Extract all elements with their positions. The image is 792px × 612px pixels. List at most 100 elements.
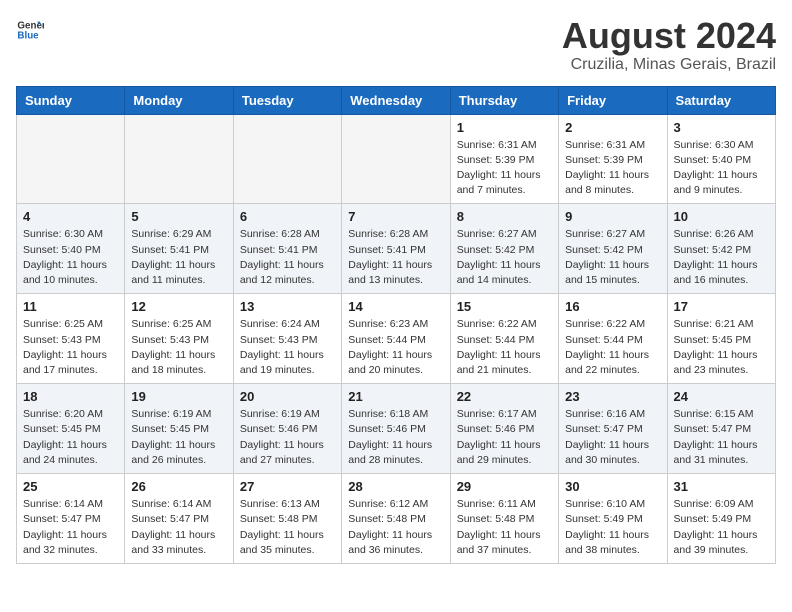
week-row-1: 1Sunrise: 6:31 AMSunset: 5:39 PMDaylight… (17, 114, 776, 204)
day-info: Sunrise: 6:25 AMSunset: 5:43 PMDaylight:… (23, 317, 118, 378)
day-info: Sunrise: 6:22 AMSunset: 5:44 PMDaylight:… (565, 317, 660, 378)
day-number: 16 (565, 299, 660, 314)
calendar-cell: 8 Sunrise: 6:27 AMSunset: 5:42 PMDaylight… (450, 204, 558, 294)
calendar-cell: 9Sunrise: 6:27 AMSunset: 5:42 PMDaylight… (559, 204, 667, 294)
day-number: 8 (457, 209, 552, 224)
day-info: Sunrise: 6:28 AMSunset: 5:41 PMDaylight:… (348, 227, 443, 288)
day-info: Sunrise: 6:16 AMSunset: 5:47 PMDaylight:… (565, 407, 660, 468)
week-row-2: 4 Sunrise: 6:30 AMSunset: 5:40 PMDaylight… (17, 204, 776, 294)
weekday-header-sunday: Sunday (17, 86, 125, 114)
header: General Blue August 2024 Cruzilia, Minas… (16, 16, 776, 74)
weekday-header-tuesday: Tuesday (233, 86, 341, 114)
day-info: Sunrise: 6:28 AMSunset: 5:41 PMDaylight:… (240, 227, 335, 288)
day-info: Sunrise: 6:14 AMSunset: 5:47 PMDaylight:… (23, 497, 118, 558)
day-info: Sunrise: 6:26 AMSunset: 5:42 PMDaylight:… (674, 227, 769, 288)
day-number: 18 (23, 389, 118, 404)
day-number: 4 (23, 209, 118, 224)
calendar-cell: 7 Sunrise: 6:28 AMSunset: 5:41 PMDaylight… (342, 204, 450, 294)
calendar-cell: 30 Sunrise: 6:10 AMSunset: 5:49 PMDayligh… (559, 474, 667, 564)
day-info: Sunrise: 6:18 AMSunset: 5:46 PMDaylight:… (348, 407, 443, 468)
day-number: 10 (674, 209, 769, 224)
day-number: 25 (23, 479, 118, 494)
calendar-cell: 19Sunrise: 6:19 AMSunset: 5:45 PMDayligh… (125, 384, 233, 474)
calendar-cell: 25 Sunrise: 6:14 AMSunset: 5:47 PMDayligh… (17, 474, 125, 564)
day-info: Sunrise: 6:24 AMSunset: 5:43 PMDaylight:… (240, 317, 335, 378)
day-info: Sunrise: 6:10 AMSunset: 5:49 PMDaylight:… (565, 497, 660, 558)
day-number: 3 (674, 120, 769, 135)
calendar-cell: 23 Sunrise: 6:16 AMSunset: 5:47 PMDayligh… (559, 384, 667, 474)
calendar-table: SundayMondayTuesdayWednesdayThursdayFrid… (16, 86, 776, 564)
calendar-cell (342, 114, 450, 204)
calendar-cell: 14Sunrise: 6:23 AMSunset: 5:44 PMDayligh… (342, 294, 450, 384)
svg-text:Blue: Blue (17, 30, 39, 41)
day-info: Sunrise: 6:13 AMSunset: 5:48 PMDaylight:… (240, 497, 335, 558)
day-number: 27 (240, 479, 335, 494)
calendar-cell (17, 114, 125, 204)
calendar-cell: 11 Sunrise: 6:25 AMSunset: 5:43 PMDayligh… (17, 294, 125, 384)
day-info: Sunrise: 6:27 AMSunset: 5:42 PMDaylight:… (457, 227, 552, 288)
weekday-header-friday: Friday (559, 86, 667, 114)
day-number: 11 (23, 299, 118, 314)
calendar-cell: 1Sunrise: 6:31 AMSunset: 5:39 PMDaylight… (450, 114, 558, 204)
calendar-cell: 3 Sunrise: 6:30 AMSunset: 5:40 PMDaylight… (667, 114, 775, 204)
day-info: Sunrise: 6:31 AMSunset: 5:39 PMDaylight:… (565, 138, 660, 199)
calendar-cell: 13Sunrise: 6:24 AMSunset: 5:43 PMDayligh… (233, 294, 341, 384)
day-number: 22 (457, 389, 552, 404)
calendar-cell: 31Sunrise: 6:09 AMSunset: 5:49 PMDayligh… (667, 474, 775, 564)
week-row-3: 11 Sunrise: 6:25 AMSunset: 5:43 PMDayligh… (17, 294, 776, 384)
day-number: 28 (348, 479, 443, 494)
day-info: Sunrise: 6:17 AMSunset: 5:46 PMDaylight:… (457, 407, 552, 468)
day-info: Sunrise: 6:21 AMSunset: 5:45 PMDaylight:… (674, 317, 769, 378)
day-info: Sunrise: 6:09 AMSunset: 5:49 PMDaylight:… (674, 497, 769, 558)
day-number: 15 (457, 299, 552, 314)
day-number: 30 (565, 479, 660, 494)
calendar-cell: 27 Sunrise: 6:13 AMSunset: 5:48 PMDayligh… (233, 474, 341, 564)
day-info: Sunrise: 6:31 AMSunset: 5:39 PMDaylight:… (457, 138, 552, 199)
day-number: 23 (565, 389, 660, 404)
weekday-header-thursday: Thursday (450, 86, 558, 114)
logo-icon: General Blue (16, 16, 44, 44)
day-number: 21 (348, 389, 443, 404)
calendar-cell: 21 Sunrise: 6:18 AMSunset: 5:46 PMDayligh… (342, 384, 450, 474)
day-info: Sunrise: 6:11 AMSunset: 5:48 PMDaylight:… (457, 497, 552, 558)
day-number: 9 (565, 209, 660, 224)
day-info: Sunrise: 6:25 AMSunset: 5:43 PMDaylight:… (131, 317, 226, 378)
day-info: Sunrise: 6:23 AMSunset: 5:44 PMDaylight:… (348, 317, 443, 378)
day-number: 7 (348, 209, 443, 224)
calendar-cell: 4 Sunrise: 6:30 AMSunset: 5:40 PMDaylight… (17, 204, 125, 294)
weekday-header-saturday: Saturday (667, 86, 775, 114)
calendar-cell: 16 Sunrise: 6:22 AMSunset: 5:44 PMDayligh… (559, 294, 667, 384)
calendar-cell: 5 Sunrise: 6:29 AMSunset: 5:41 PMDaylight… (125, 204, 233, 294)
day-info: Sunrise: 6:29 AMSunset: 5:41 PMDaylight:… (131, 227, 226, 288)
day-number: 17 (674, 299, 769, 314)
day-number: 12 (131, 299, 226, 314)
week-row-5: 25 Sunrise: 6:14 AMSunset: 5:47 PMDayligh… (17, 474, 776, 564)
calendar-cell: 18 Sunrise: 6:20 AMSunset: 5:45 PMDayligh… (17, 384, 125, 474)
weekday-header-wednesday: Wednesday (342, 86, 450, 114)
calendar-cell: 26Sunrise: 6:14 AMSunset: 5:47 PMDayligh… (125, 474, 233, 564)
day-number: 6 (240, 209, 335, 224)
calendar-cell: 20 Sunrise: 6:19 AMSunset: 5:46 PMDayligh… (233, 384, 341, 474)
day-number: 5 (131, 209, 226, 224)
day-info: Sunrise: 6:22 AMSunset: 5:44 PMDaylight:… (457, 317, 552, 378)
calendar-cell: 28 Sunrise: 6:12 AMSunset: 5:48 PMDayligh… (342, 474, 450, 564)
day-number: 2 (565, 120, 660, 135)
weekday-header-row: SundayMondayTuesdayWednesdayThursdayFrid… (17, 86, 776, 114)
calendar-cell: 10 Sunrise: 6:26 AMSunset: 5:42 PMDayligh… (667, 204, 775, 294)
day-info: Sunrise: 6:30 AMSunset: 5:40 PMDaylight:… (23, 227, 118, 288)
calendar-title: August 2024 (562, 16, 776, 56)
day-number: 24 (674, 389, 769, 404)
day-info: Sunrise: 6:20 AMSunset: 5:45 PMDaylight:… (23, 407, 118, 468)
day-info: Sunrise: 6:19 AMSunset: 5:46 PMDaylight:… (240, 407, 335, 468)
calendar-cell: 15 Sunrise: 6:22 AMSunset: 5:44 PMDayligh… (450, 294, 558, 384)
day-number: 20 (240, 389, 335, 404)
day-info: Sunrise: 6:15 AMSunset: 5:47 PMDaylight:… (674, 407, 769, 468)
day-info: Sunrise: 6:12 AMSunset: 5:48 PMDaylight:… (348, 497, 443, 558)
calendar-cell: 22 Sunrise: 6:17 AMSunset: 5:46 PMDayligh… (450, 384, 558, 474)
day-number: 19 (131, 389, 226, 404)
title-area: August 2024 Cruzilia, Minas Gerais, Braz… (562, 16, 776, 74)
calendar-cell: 6 Sunrise: 6:28 AMSunset: 5:41 PMDaylight… (233, 204, 341, 294)
day-info: Sunrise: 6:14 AMSunset: 5:47 PMDaylight:… (131, 497, 226, 558)
day-info: Sunrise: 6:30 AMSunset: 5:40 PMDaylight:… (674, 138, 769, 199)
weekday-header-monday: Monday (125, 86, 233, 114)
